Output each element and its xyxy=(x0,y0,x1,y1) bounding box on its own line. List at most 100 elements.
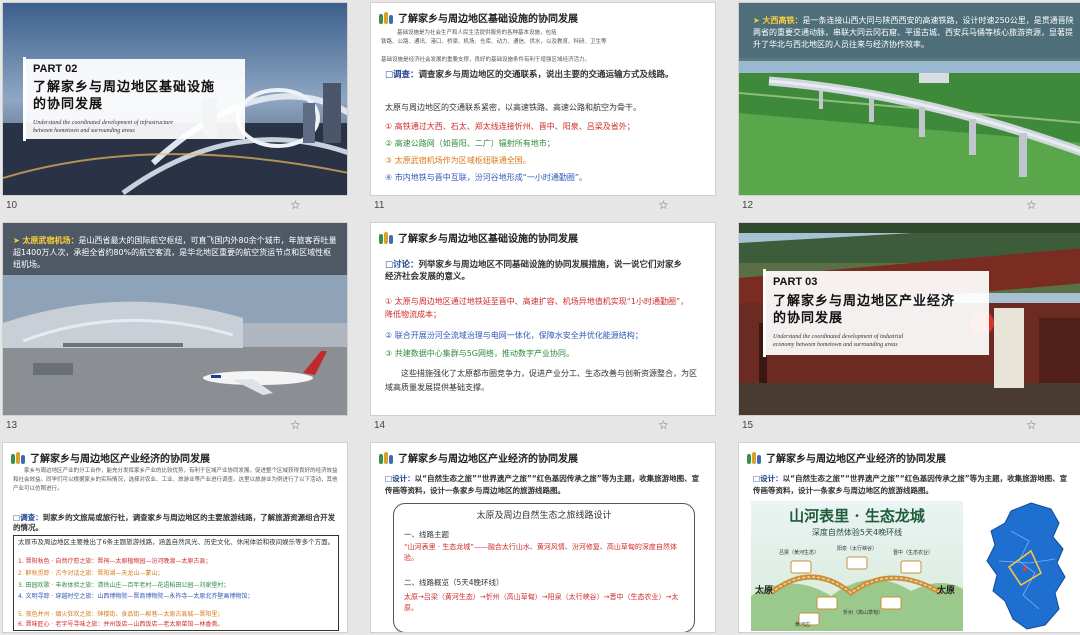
slide-header-title: 了解家乡与周边地区基础设施的协同发展 xyxy=(398,233,578,245)
favorite-star-icon[interactable]: ☆ xyxy=(290,418,301,432)
slide-number-10: 10 xyxy=(6,200,18,211)
slide-header-title: 了解家乡与周边地区产业经济的协同发展 xyxy=(30,453,210,465)
answer-item-2: ② 高速公路网（如晋阳、二广）辐射所有地市； xyxy=(385,139,555,148)
slide-thumbnail-17[interactable]: 了解家乡与周边地区产业经济的协同发展 □设计：以“自然生态之旅”“世界遗产之旅”… xyxy=(370,442,716,633)
books-icon xyxy=(11,451,25,464)
slide-header: 了解家乡与周边地区基础设施的协同发展 xyxy=(379,229,578,245)
slide-header-title: 了解家乡与周边地区产业经济的协同发展 xyxy=(398,453,578,465)
slide-thumbnail-13[interactable]: ➤ 太原武宿机场：是山西省最大的国际航空枢纽，可直飞国内外80余个城市，年旅客吞… xyxy=(2,222,348,416)
slide-header: 了解家乡与周边地区基础设施的协同发展 xyxy=(379,9,578,25)
design-text: 以“自然生态之旅”“世界遗产之旅”“红色基因传承之旅”等为主题，收集旅游地图、宣… xyxy=(385,474,700,495)
shanxi-province-map xyxy=(986,502,1066,630)
route-overview-text: 太原→吕梁（黄河生态）→忻州（高山草甸）→阳泉（太行峡谷）→晋中（生态农业）→太… xyxy=(404,593,679,612)
slide-header: 了解家乡与周边地区产业经济的协同发展 xyxy=(379,449,578,465)
intro-line-1: 基础设施是为社会生产和人民生活提供服务的各种基本设施，包括 xyxy=(397,30,557,36)
place-taiyuan-start: 太原 xyxy=(755,586,774,596)
books-icon xyxy=(747,451,761,464)
design-label: 设计： xyxy=(760,474,783,483)
slide-header-title: 了解家乡与周边地区产业经济的协同发展 xyxy=(766,453,946,465)
slide-header: 了解家乡与周边地区产业经济的协同发展 xyxy=(11,449,210,465)
slide-number-13: 13 xyxy=(6,420,18,431)
route-design-card: 太原及周边自然生态之旅线路设计 一、线路主题 “山河表里 · 生态龙城”——融合… xyxy=(393,503,695,632)
favorite-star-icon[interactable]: ☆ xyxy=(1026,198,1037,212)
favorite-star-icon[interactable]: ☆ xyxy=(658,418,669,432)
books-icon xyxy=(379,451,393,464)
route-item-4: 4. 文明寻踪 · 穿越时空之旅：山西博物院—晋商博物院—永祚寺—太原北齐壁画博… xyxy=(18,593,254,600)
route-item-1: 1. 晋阳秋色 · 自然疗愈之旅：晋祠—太原植物园—汾河晚渡—太原古县； xyxy=(18,558,212,565)
place-huanghe: 黄河边 xyxy=(795,622,811,628)
part-title-box: PART 03 了解家乡与周边地区产业经济 的协同发展 Understand t… xyxy=(763,269,989,357)
rail-description: ➤ 大西高铁：是一条连接山西大同与陕西西安的高速铁路，设计时速250公里，是贯通… xyxy=(753,15,1075,51)
route-section-2: 二、线路概览（5天4晚环线） xyxy=(404,578,504,587)
route-item-5: 5. 夜色并州 · 烟火狂欢之旅：钟楼街、食品街—柳巷—太原古县城—晋阳里； xyxy=(18,611,224,618)
arrow-bullet-icon: ➤ xyxy=(753,16,763,25)
part-subtitle-en-2: economy between hometown and surrounding… xyxy=(773,342,898,348)
route-theme-text: “山河表里 · 生态龙城”——融合太行山水、黄河风情、汾河修复、高山草甸的深度自… xyxy=(404,543,677,562)
part-subtitle-en-1: Understand the coordinated development o… xyxy=(773,334,904,340)
place-lvliang: 吕梁（黄河生态） xyxy=(779,550,820,556)
slide-number-11: 11 xyxy=(374,200,385,211)
square-bullet-icon: □ xyxy=(385,70,394,80)
answer-lead: 太原与周边地区的交通联系紧密，以高速铁路、高速公路和航空为骨干。 xyxy=(385,103,641,112)
part-label: PART 03 xyxy=(773,276,818,288)
route-list-lead: 太原市及周边地区主要推出了6条主题旅游线路，涵盖自然风光、历史文化、休闲体验和夜… xyxy=(18,538,335,546)
part-subtitle-en-1: Understand the coordinated development o… xyxy=(33,120,174,126)
survey-text: 到家乡的文旅局或旅行社，调查家乡与周边地区的主要旅游线路，了解旅游资源组合开发的… xyxy=(13,513,336,532)
answer-item-3: ③ 太原武宿机场作为区域枢纽联通全国。 xyxy=(385,156,531,165)
answer-item-4: ④ 市内地铁与晋中互联，汾河谷地形成“一小时通勤圈”。 xyxy=(385,173,588,182)
slide-thumbnail-18[interactable]: 了解家乡与周边地区产业经济的协同发展 □设计：以“自然生态之旅”“世界遗产之旅”… xyxy=(738,442,1080,633)
part-title-line2: 的协同发展 xyxy=(773,311,844,326)
airport-name: 太原武宿机场： xyxy=(22,236,79,245)
slide-thumbnail-15[interactable]: PART 03 了解家乡与周边地区产业经济 的协同发展 Understand t… xyxy=(738,222,1080,416)
route-item-3: 3. 田园欢歌 · 丰收体验之旅：清徐山庄—百年老村—花语稻田公园—刘家堡村； xyxy=(18,582,230,589)
design-prompt: □设计：以“自然生态之旅”“世界遗产之旅”“红色基因传承之旅”等为主题，收集旅游… xyxy=(753,473,1073,497)
rail-name: 大西高铁： xyxy=(762,16,803,25)
discuss-prompt: □讨论：列举家乡与周边地区不同基础设施的协同发展措施，说一说它们对家乡经济社会发… xyxy=(385,259,685,283)
survey-text: 调查家乡与周边地区的交通联系，说出主要的交通运输方式及线路。 xyxy=(418,70,674,80)
discuss-text: 列举家乡与周边地区不同基础设施的协同发展措施，说一说它们对家乡经济社会发展的意义… xyxy=(385,260,683,282)
books-icon xyxy=(379,231,393,244)
intro-line-3: 基础设施是经济社会发展的重要支撑，良好的基础设施条件有利于增强区域经济活力。 xyxy=(381,57,591,63)
slide-number-12: 12 xyxy=(742,200,754,211)
part-subtitle-en-2: between hometown and surrounding areas xyxy=(33,128,135,134)
design-text: 以“自然生态之旅”“世界遗产之旅”“红色基因传承之旅”等为主题，收集旅游地图、宣… xyxy=(753,474,1068,495)
slide-thumbnail-11[interactable]: 了解家乡与周边地区基础设施的协同发展 基础设施是为社会生产和人民生活提供服务的各… xyxy=(370,2,716,196)
route-list-box: 太原市及周边地区主要推出了6条主题旅游线路，涵盖自然风光、历史文化、休闲体验和夜… xyxy=(13,535,339,631)
survey-prompt: □调查：调查家乡与周边地区的交通联系，说出主要的交通运输方式及线路。 xyxy=(385,69,707,81)
tour-poster: 山河表里 · 生态龙城 深度自然体验5天4晚环线 吕梁（黄河生态） 阳泉（太行峡… xyxy=(751,501,963,631)
part-title-line2: 的协同发展 xyxy=(33,97,104,112)
survey-prompt: □调查：到家乡的文旅局或旅行社，调查家乡与周边地区的主要旅游线路，了解旅游资源组… xyxy=(13,513,341,533)
part-title-line1: 了解家乡与周边地区基础设施 xyxy=(33,80,216,95)
measure-item-1: ① 太原与周边地区通过地铁延至晋中、高速扩容、机场异地值机实现“1小时通勤圈”，… xyxy=(385,297,689,319)
slide-header-title: 了解家乡与周边地区基础设施的协同发展 xyxy=(398,13,578,25)
slide-thumbnail-14[interactable]: 了解家乡与周边地区基础设施的协同发展 □讨论：列举家乡与周边地区不同基础设施的协… xyxy=(370,222,716,416)
discuss-label: 讨论： xyxy=(393,260,419,270)
airport-description: ➤ 太原武宿机场：是山西省最大的国际航空枢纽，可直飞国内外80余个城市，年旅客吞… xyxy=(13,235,339,271)
part-title-line1: 了解家乡与周边地区产业经济 xyxy=(773,294,956,309)
industry-intro: 家乡与周边地区产业的分工合作，能充分发挥家乡产业的比较优势，有利于区域产业协同发… xyxy=(13,468,338,492)
survey-label: 调查： xyxy=(20,513,43,522)
part-label: PART 02 xyxy=(33,63,78,75)
slide-number-15: 15 xyxy=(742,420,754,431)
conclusion-text: 这些措施强化了太原都市圈竞争力，促进产业分工、生态改善与创新资源整合，为区域高质… xyxy=(385,369,697,392)
design-prompt: □设计：以“自然生态之旅”“世界遗产之旅”“红色基因传承之旅”等为主题，收集旅游… xyxy=(385,473,705,497)
route-item-6: 6. 晋味匠心 · 老字号寻味之旅：并州饭店—山西饭店—老太原菜馆—林香斋。 xyxy=(18,621,224,628)
place-taiyuan-end: 太原 xyxy=(937,586,956,596)
favorite-star-icon[interactable]: ☆ xyxy=(1026,418,1037,432)
square-bullet-icon: □ xyxy=(385,260,394,270)
measure-item-3: ③ 共建数据中心集群与5G网络，推动数字产业协同。 xyxy=(385,349,575,358)
favorite-star-icon[interactable]: ☆ xyxy=(290,198,301,212)
slide-thumbnail-16[interactable]: 了解家乡与周边地区产业经济的协同发展 家乡与周边地区产业的分工合作，能充分发挥家… xyxy=(2,442,348,633)
slide-thumbnail-10[interactable]: PART 02 了解家乡与周边地区基础设施 的协同发展 Understand t… xyxy=(2,2,348,196)
place-yangquan: 阳泉（太行峡谷） xyxy=(837,546,878,552)
intro-highlight: 铁路、公路、通讯、港口、桥梁、机场、仓库、动力、通信、供水，以及教育、科研、卫生… xyxy=(381,39,607,45)
place-xinzhou: 忻州（高山草甸） xyxy=(843,610,884,616)
answer-item-1: ① 高铁通过大西、石太、郑太线连接忻州、晋中、阳泉、吕梁及省外； xyxy=(385,122,635,131)
survey-label: 调查： xyxy=(393,70,419,80)
measure-item-2: ② 联合开展汾河全流域治理与电网一体化，保障水安全并优化能源结构； xyxy=(385,331,643,340)
slide-header: 了解家乡与周边地区产业经济的协同发展 xyxy=(747,449,946,465)
slide-thumbnail-12[interactable]: ➤ 大西高铁：是一条连接山西大同与陕西西安的高速铁路，设计时速250公里，是贯通… xyxy=(738,2,1080,196)
place-jinzhong: 晋中（生态农业） xyxy=(893,550,934,556)
favorite-star-icon[interactable]: ☆ xyxy=(658,198,669,212)
part-title-box: PART 02 了解家乡与周边地区基础设施 的协同发展 Understand t… xyxy=(23,57,245,141)
